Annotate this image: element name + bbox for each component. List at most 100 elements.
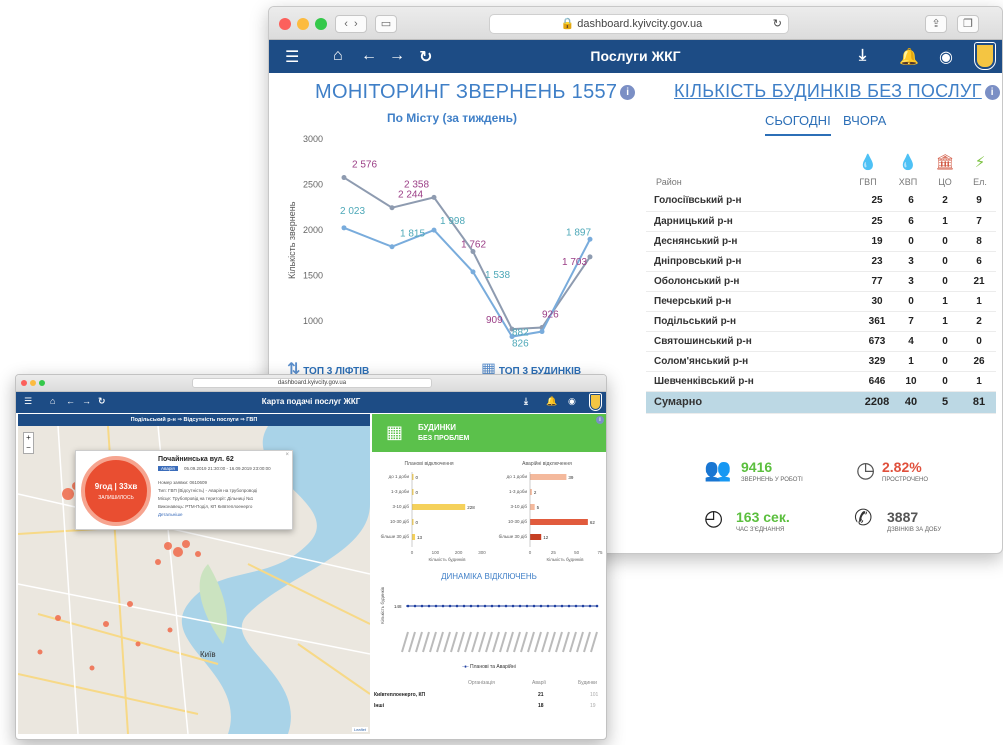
district-name: Оболонський р-н	[646, 271, 860, 292]
dyn-x-tick	[562, 631, 570, 653]
dyn-point	[504, 604, 508, 608]
map-download-icon[interactable]: ⤓	[524, 396, 528, 407]
download-icon[interactable]: ⤓	[859, 47, 866, 65]
org-accidents: 18	[538, 703, 544, 709]
leaflet-attribution[interactable]: Leaflet	[351, 727, 368, 732]
dyn-point	[518, 604, 522, 608]
district-value: 10	[894, 371, 928, 392]
hot-water-icon: 💧	[858, 154, 878, 171]
bell-icon[interactable]: 🔔	[899, 47, 919, 67]
bar-chart-title: Планові відключення	[404, 461, 453, 467]
map-coat-of-arms-icon	[589, 393, 602, 411]
back-forward-buttons[interactable]: ‹ ›	[335, 15, 367, 33]
reload-icon[interactable]: ↻	[773, 15, 782, 33]
district-row[interactable]: Святошинський р-н 673 4 0 0	[646, 331, 996, 352]
district-value: 23	[860, 251, 894, 272]
outages-panel: ▦ БУДИНКИ БЕЗ ПРОБЛЕМ i Планові відключе…	[372, 414, 606, 734]
popup-close-icon[interactable]: ×	[285, 452, 289, 458]
map-maximize-button[interactable]	[39, 380, 45, 386]
dyn-x-tick	[436, 631, 444, 653]
minimize-window-button[interactable]	[297, 18, 309, 30]
bar-x-tick: 25	[551, 550, 557, 555]
address-bar[interactable]: 🔒 dashboard.kyivcity.gov.ua ↻	[489, 14, 789, 34]
info-icon[interactable]: i	[620, 85, 636, 101]
sidebar-toggle-icon[interactable]: ▭	[375, 15, 397, 33]
district-value: 6	[894, 211, 928, 232]
district-value: 7	[894, 311, 928, 332]
district-row[interactable]: Подільський р-н 361 7 1 2	[646, 311, 996, 332]
tabs-icon[interactable]: ❐	[957, 15, 979, 33]
district-value: 6	[962, 251, 996, 272]
dyn-point	[441, 604, 445, 608]
district-value: 0	[928, 231, 962, 252]
map-address-bar[interactable]: dashboard.kyivcity.gov.ua	[192, 378, 432, 388]
dyn-x-tick	[590, 631, 598, 653]
district-name: Дарницький р-н	[646, 211, 860, 232]
bar-value-label: 12	[543, 535, 549, 540]
zoom-out-button[interactable]: −	[24, 443, 33, 453]
bar-value-label: 0	[416, 490, 419, 495]
map-minimize-button[interactable]	[30, 380, 36, 386]
map-close-button[interactable]	[21, 380, 27, 386]
buildings-info-icon[interactable]: i	[984, 84, 1000, 100]
zoom-in-button[interactable]: +	[24, 433, 33, 443]
district-value: 4	[894, 331, 928, 352]
dyn-x-tick	[457, 631, 465, 653]
org-buildings: 101	[590, 692, 599, 698]
series-0-data-label: 1 703	[562, 257, 587, 268]
district-value: 0	[928, 351, 962, 372]
dyn-point	[574, 604, 578, 608]
bar-chart-title: Аварійні відключення	[522, 460, 572, 467]
planned-bar-chart: Планові відключення до 1 доби 0 1-3 доби 0 3-…	[381, 461, 487, 562]
district-row[interactable]: Оболонський р-н 77 3 0 21	[646, 271, 996, 292]
district-name: Святошинський р-н	[646, 331, 860, 352]
series-1-data-label: 1 815	[400, 229, 425, 240]
district-row[interactable]: Дарницький р-н 25 6 1 7	[646, 211, 996, 232]
popup-details-link[interactable]: Детальніше	[158, 512, 182, 517]
map-account-icon[interactable]: ◉	[568, 396, 576, 407]
district-value: 25	[860, 191, 894, 212]
series-0-point	[389, 205, 395, 211]
district-row[interactable]: Солом'янський р-н 329 1 0 26	[646, 351, 996, 372]
maximize-window-button[interactable]	[315, 18, 327, 30]
bar-category-label: 10-30 діб	[508, 519, 527, 524]
district-value: 6	[894, 191, 928, 212]
district-value: 2	[928, 191, 962, 212]
close-window-button[interactable]	[279, 18, 291, 30]
total-value: 81	[962, 391, 996, 414]
app-title: Послуги ЖКГ	[590, 48, 681, 64]
map-app-header: ☰ ⌂ ← → ↻ Карта подачі послуг ЖКГ ⤓ 🔔 ◉	[16, 392, 606, 413]
dyn-x-tick	[541, 631, 549, 653]
account-icon[interactable]: ◉	[939, 47, 953, 67]
dyn-point	[427, 604, 431, 608]
district-value: 25	[860, 211, 894, 232]
map-bell-icon[interactable]: 🔔	[546, 396, 557, 407]
timer-label: ЗАЛИШИЛОСЬ	[98, 495, 134, 501]
bar-category-label: більше 30 діб	[499, 534, 528, 539]
tab-today[interactable]: СЬОГОДНІ	[765, 113, 831, 136]
bar	[412, 504, 466, 510]
district-name: Подільський р-н	[646, 311, 860, 332]
district-row[interactable]: Деснянський р-н 19 0 0 8	[646, 231, 996, 252]
district-row[interactable]: Печерський р-н 30 0 1 1	[646, 291, 996, 312]
districts-table: Голосіївський р-н 25 6 2 9 Дарницький р-н 25 6 1…	[646, 191, 996, 414]
district-value: 0	[928, 371, 962, 392]
district-row[interactable]: Дніпровський р-н 23 3 0 6	[646, 251, 996, 272]
col-gvp: ГВП	[859, 177, 877, 187]
dyn-x-tick	[492, 631, 500, 653]
bar	[530, 489, 532, 495]
dyn-x-tick	[429, 631, 437, 653]
dyn-point	[434, 604, 438, 608]
share-icon[interactable]: ⇪	[925, 15, 947, 33]
dyn-point	[511, 604, 515, 608]
kyiv-map[interactable]: Подільський р-н ⇒ Відсутність послуги ⇒ …	[18, 414, 370, 734]
dynamics-title: ДИНАМІКА ВІДКЛЮЧЕНЬ	[441, 572, 537, 581]
y-tick-label: 1000	[303, 316, 323, 326]
series-0-data-label: 909	[486, 315, 503, 326]
y-axis-label: Кількість звернень	[287, 201, 297, 279]
popup-type: Тип: ГВП (Відсутність) - Аварія на трубо…	[158, 488, 258, 493]
district-row[interactable]: Шевченківський р-н 646 10 0 1	[646, 371, 996, 392]
panel-info-icon[interactable]: i	[596, 416, 604, 424]
district-row[interactable]: Голосіївський р-н 25 6 2 9	[646, 191, 996, 212]
tab-yesterday[interactable]: ВЧОРА	[843, 113, 886, 128]
